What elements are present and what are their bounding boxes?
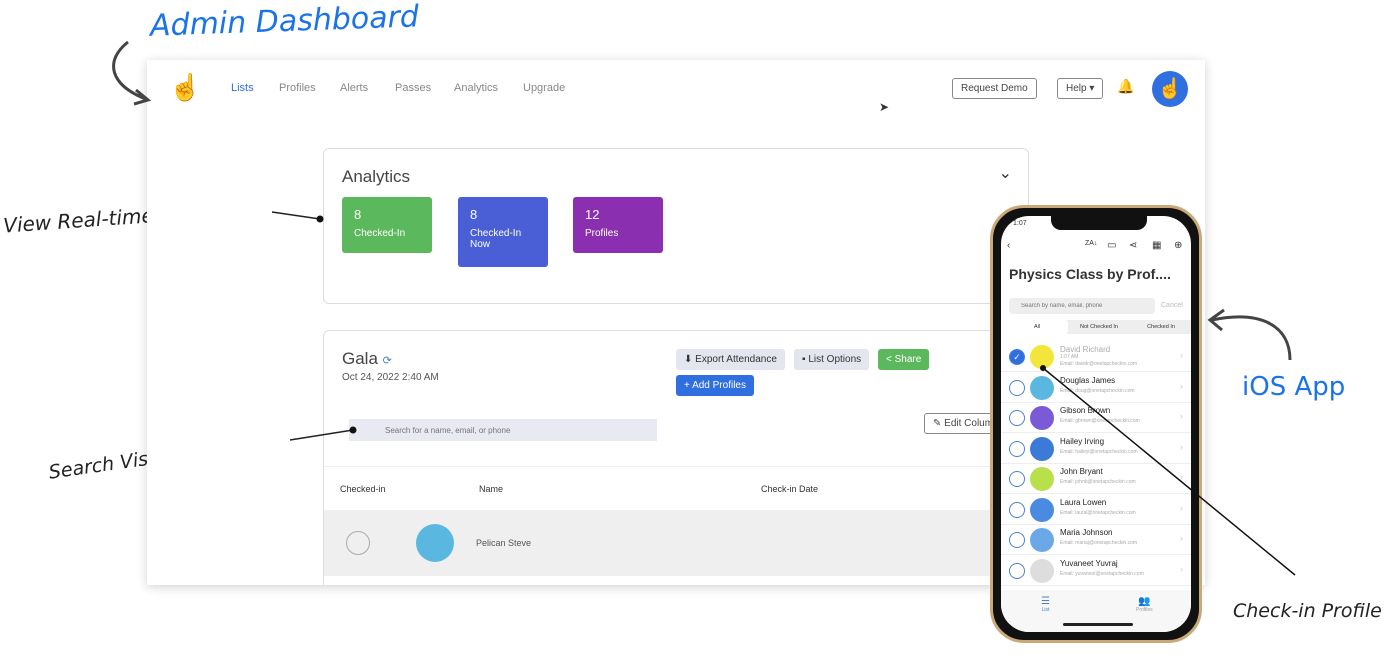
arrow-ios (1207, 308, 1292, 361)
line-checkin (1042, 367, 1296, 576)
line-search (289, 429, 354, 441)
annotation-arrows (112, 40, 1296, 576)
arrow-admin (112, 40, 152, 106)
line-analytics (271, 211, 321, 220)
